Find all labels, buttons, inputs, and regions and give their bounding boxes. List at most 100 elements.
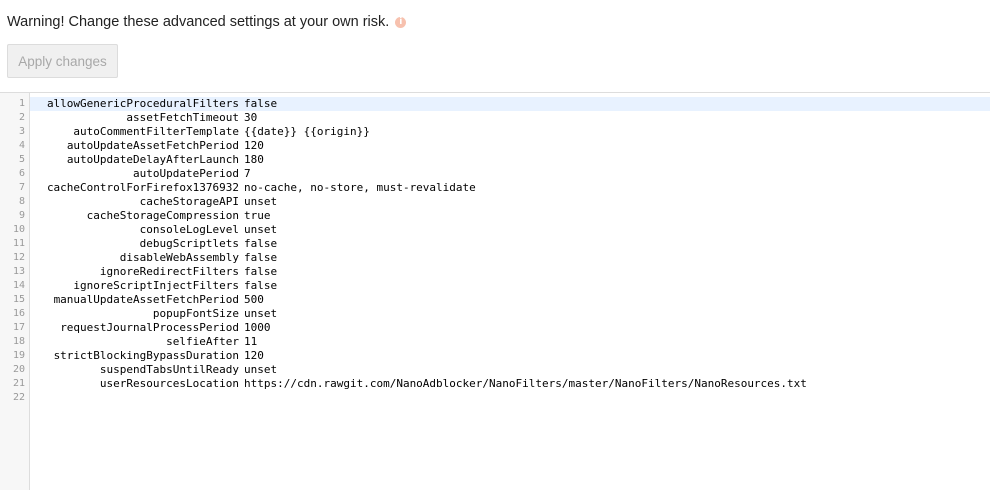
- editor-line[interactable]: 8 cacheStorageAPI unset: [0, 195, 990, 209]
- line-number: 15: [12, 294, 25, 305]
- editor-line[interactable]: 19 strictBlockingBypassDuration 120: [0, 349, 990, 363]
- editor-line[interactable]: 7 cacheControlForFirefox1376932 no-cache, …: [0, 181, 990, 195]
- line-number: 9: [18, 210, 25, 221]
- setting-value[interactable]: false: [244, 237, 277, 251]
- editor-line[interactable]: 9 cacheStorageCompression true: [0, 209, 990, 223]
- setting-key: selfieAfter: [166, 335, 239, 348]
- editor-line[interactable]: 3 autoCommentFilterTemplate {{date}} {{ori…: [0, 125, 990, 139]
- line-number: 21: [12, 378, 25, 389]
- editor-line[interactable]: 20 suspendTabsUntilReady unset: [0, 363, 990, 377]
- line-content[interactable]: cacheControlForFirefox1376932 no-cache, n…: [30, 181, 990, 195]
- setting-value[interactable]: unset: [244, 195, 277, 209]
- setting-value[interactable]: {{date}} {{origin}}: [244, 125, 370, 139]
- setting-key: suspendTabsUntilReady: [99, 363, 239, 376]
- line-content[interactable]: cacheStorageCompression true: [30, 209, 990, 223]
- editor-line[interactable]: 13 ignoreRedirectFilters false: [0, 265, 990, 279]
- setting-value[interactable]: 11: [244, 335, 257, 349]
- setting-value[interactable]: https://cdn.rawgit.com/NanoAdblocker/Nan…: [244, 377, 807, 391]
- editor-line[interactable]: 6 autoUpdatePeriod 7: [0, 167, 990, 181]
- line-content[interactable]: strictBlockingBypassDuration 120: [30, 349, 990, 363]
- line-content[interactable]: requestJournalProcessPeriod 1000: [30, 321, 990, 335]
- settings-editor[interactable]: 1 allowGenericProceduralFilters false 2 asse…: [0, 92, 990, 490]
- line-content[interactable]: autoUpdatePeriod 7: [30, 167, 990, 181]
- setting-key: ignoreRedirectFilters: [99, 265, 239, 278]
- setting-value[interactable]: unset: [244, 223, 277, 237]
- line-content[interactable]: autoCommentFilterTemplate {{date}} {{orig…: [30, 125, 990, 139]
- line-content[interactable]: ignoreScriptInjectFilters false: [30, 279, 990, 293]
- line-content[interactable]: assetFetchTimeout 30: [30, 111, 990, 125]
- line-number: 14: [12, 280, 25, 291]
- line-content[interactable]: manualUpdateAssetFetchPeriod 500: [30, 293, 990, 307]
- editor-lines: 1 allowGenericProceduralFilters false 2 asse…: [0, 97, 990, 405]
- line-content[interactable]: ignoreRedirectFilters false: [30, 265, 990, 279]
- line-number: 3: [18, 126, 25, 137]
- setting-key: strictBlockingBypassDuration: [53, 349, 239, 362]
- editor-line[interactable]: 15 manualUpdateAssetFetchPeriod 500: [0, 293, 990, 307]
- line-number: 7: [18, 182, 25, 193]
- setting-key: cacheControlForFirefox1376932: [46, 181, 239, 194]
- setting-value[interactable]: no-cache, no-store, must-revalidate: [244, 181, 476, 195]
- editor-line[interactable]: 14 ignoreScriptInjectFilters false: [0, 279, 990, 293]
- line-number: 8: [18, 196, 25, 207]
- line-content[interactable]: autoUpdateDelayAfterLaunch 180: [30, 153, 990, 167]
- setting-value[interactable]: 180: [244, 153, 264, 167]
- line-content[interactable]: consoleLogLevel unset: [30, 223, 990, 237]
- line-content[interactable]: autoUpdateAssetFetchPeriod 120: [30, 139, 990, 153]
- line-number: 4: [18, 140, 25, 151]
- line-content[interactable]: cacheStorageAPI unset: [30, 195, 990, 209]
- line-content[interactable]: disableWebAssembly false: [30, 251, 990, 265]
- setting-key: allowGenericProceduralFilters: [46, 97, 239, 110]
- setting-value[interactable]: true: [244, 209, 271, 223]
- editor-line[interactable]: 1 allowGenericProceduralFilters false: [0, 97, 990, 111]
- setting-key: disableWebAssembly: [119, 251, 239, 264]
- setting-key: ignoreScriptInjectFilters: [73, 279, 239, 292]
- line-content[interactable]: userResourcesLocation https://cdn.rawgit.…: [30, 377, 990, 391]
- setting-value[interactable]: 30: [244, 111, 257, 125]
- line-content[interactable]: allowGenericProceduralFilters false: [30, 97, 990, 111]
- setting-value[interactable]: unset: [244, 307, 277, 321]
- editor-line[interactable]: 4 autoUpdateAssetFetchPeriod 120: [0, 139, 990, 153]
- editor-line[interactable]: 17 requestJournalProcessPeriod 1000: [0, 321, 990, 335]
- info-icon[interactable]: i: [395, 16, 407, 28]
- setting-key: consoleLogLevel: [139, 223, 239, 236]
- editor-line[interactable]: 22: [0, 391, 990, 405]
- line-number: 11: [12, 238, 25, 249]
- line-content[interactable]: suspendTabsUntilReady unset: [30, 363, 990, 377]
- editor-line[interactable]: 5 autoUpdateDelayAfterLaunch 180: [0, 153, 990, 167]
- line-number: 18: [12, 336, 25, 347]
- setting-key: assetFetchTimeout: [126, 111, 239, 124]
- line-number: 12: [12, 252, 25, 263]
- editor-line[interactable]: 16 popupFontSize unset: [0, 307, 990, 321]
- apply-changes-button[interactable]: Apply changes: [7, 44, 118, 78]
- line-number: 19: [12, 350, 25, 361]
- setting-value[interactable]: false: [244, 97, 277, 111]
- line-content[interactable]: popupFontSize unset: [30, 307, 990, 321]
- setting-value[interactable]: 120: [244, 139, 264, 153]
- editor-line[interactable]: 12 disableWebAssembly false: [0, 251, 990, 265]
- setting-value[interactable]: false: [244, 279, 277, 293]
- editor-line[interactable]: 11 debugScriptlets false: [0, 237, 990, 251]
- editor-line[interactable]: 18 selfieAfter 11: [0, 335, 990, 349]
- line-number: 5: [18, 154, 25, 165]
- line-number: 6: [18, 168, 25, 179]
- line-number: 10: [12, 224, 25, 235]
- line-content[interactable]: [30, 391, 990, 405]
- setting-value[interactable]: 500: [244, 293, 264, 307]
- setting-value[interactable]: unset: [244, 363, 277, 377]
- setting-value[interactable]: false: [244, 265, 277, 279]
- editor-line[interactable]: 10 consoleLogLevel unset: [0, 223, 990, 237]
- line-number: 20: [12, 364, 25, 375]
- warning-message: Warning! Change these advanced settings …: [7, 13, 407, 31]
- line-number: 2: [18, 112, 25, 123]
- setting-value[interactable]: false: [244, 251, 277, 265]
- setting-key: autoUpdateAssetFetchPeriod: [66, 139, 239, 152]
- setting-value[interactable]: 120: [244, 349, 264, 363]
- line-content[interactable]: debugScriptlets false: [30, 237, 990, 251]
- line-number: 16: [12, 308, 25, 319]
- line-content[interactable]: selfieAfter 11: [30, 335, 990, 349]
- setting-value[interactable]: 7: [244, 167, 251, 181]
- editor-line[interactable]: 2 assetFetchTimeout 30: [0, 111, 990, 125]
- setting-value[interactable]: 1000: [244, 321, 271, 335]
- line-number: 17: [12, 322, 25, 333]
- editor-line[interactable]: 21 userResourcesLocation https://cdn.rawgi…: [0, 377, 990, 391]
